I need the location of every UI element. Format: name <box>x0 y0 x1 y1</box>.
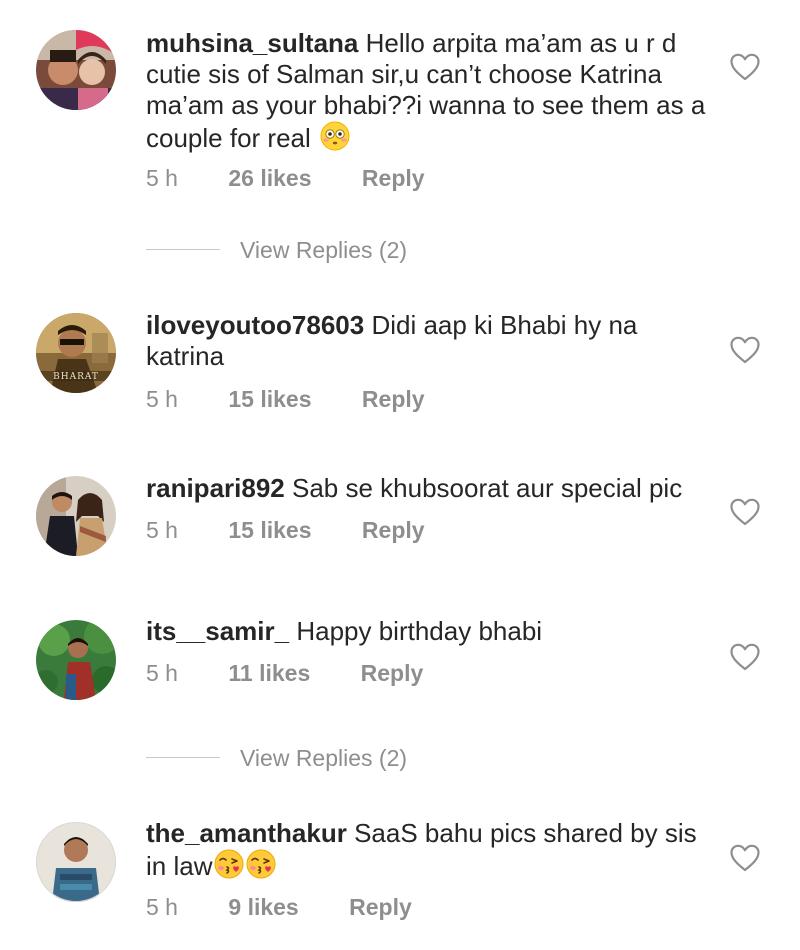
avatar-photo: BHARAT <box>36 313 116 393</box>
comment-text-block: muhsina_sultana Hello arpita ma’am as u … <box>146 28 706 154</box>
comment-username[interactable]: iloveyoutoo78603 <box>146 310 364 340</box>
reply-button[interactable]: Reply <box>362 517 425 544</box>
avatar[interactable]: BHARAT <box>36 313 116 393</box>
kissing-face-with-heart-emoji-icon <box>246 849 276 879</box>
view-replies-button[interactable]: View Replies (2) <box>146 235 546 265</box>
likes-count[interactable]: 9 likes <box>228 894 298 921</box>
comment-username[interactable]: the_amanthakur <box>146 818 347 848</box>
comment-timestamp: 5 h <box>146 517 178 543</box>
likes-count[interactable]: 11 likes <box>228 660 310 687</box>
comment-timestamp: 5 h <box>146 165 178 191</box>
comment-meta: 5 h 9 likes Reply <box>146 894 412 921</box>
view-replies-divider <box>146 757 220 758</box>
likes-count[interactable]: 15 likes <box>228 517 311 544</box>
avatar[interactable] <box>36 822 116 902</box>
comment-username[interactable]: muhsina_sultana <box>146 28 358 58</box>
avatar[interactable] <box>36 620 116 700</box>
comment-text-block: the_amanthakur SaaS bahu pics shared by … <box>146 818 706 882</box>
avatar-caption: BHARAT <box>53 372 99 382</box>
like-heart-icon[interactable] <box>730 53 760 81</box>
comment-timestamp: 5 h <box>146 894 178 920</box>
comment-text: Sab se khubsoorat aur special pic <box>291 473 683 503</box>
comment-timestamp: 5 h <box>146 660 178 686</box>
reply-button[interactable]: Reply <box>362 386 425 413</box>
view-replies-label[interactable]: View Replies (2) <box>240 235 407 265</box>
avatar-photo <box>36 476 116 556</box>
comment-timestamp: 5 h <box>146 386 178 412</box>
likes-count[interactable]: 26 likes <box>228 165 311 192</box>
reply-button[interactable]: Reply <box>362 165 425 192</box>
comment-username[interactable]: its__samir_ <box>146 616 289 646</box>
view-replies-divider <box>146 249 220 250</box>
avatar[interactable] <box>36 476 116 556</box>
avatar[interactable] <box>36 30 116 110</box>
comment-text-block: ranipari892 Sab se khubsoorat aur specia… <box>146 473 706 504</box>
like-heart-icon[interactable] <box>730 498 760 526</box>
avatar-photo <box>36 30 116 110</box>
avatar-photo <box>36 822 116 902</box>
reply-button[interactable]: Reply <box>361 660 424 687</box>
kissing-face-with-heart-emoji-icon <box>214 849 244 879</box>
avatar-photo <box>36 620 116 700</box>
likes-count[interactable]: 15 likes <box>228 386 311 413</box>
reply-button[interactable]: Reply <box>349 894 412 921</box>
like-heart-icon[interactable] <box>730 844 760 872</box>
like-heart-icon[interactable] <box>730 643 760 671</box>
comment-username[interactable]: ranipari892 <box>146 473 285 503</box>
comment-meta: 5 h 15 likes Reply <box>146 517 425 544</box>
comment-text-block: its__samir_ Happy birthday bhabi <box>146 616 706 647</box>
view-replies-label[interactable]: View Replies (2) <box>240 743 407 773</box>
comment-meta: 5 h 15 likes Reply <box>146 386 425 413</box>
comment-meta: 5 h 26 likes Reply <box>146 165 425 192</box>
flushed-face-emoji-icon <box>320 121 350 151</box>
view-replies-button[interactable]: View Replies (2) <box>146 743 546 773</box>
comment-meta: 5 h 11 likes Reply <box>146 660 423 687</box>
comment-text: Happy birthday bhabi <box>296 616 543 646</box>
comment-text-block: iloveyoutoo78603 Didi aap ki Bhabi hy na… <box>146 310 706 372</box>
like-heart-icon[interactable] <box>730 336 760 364</box>
